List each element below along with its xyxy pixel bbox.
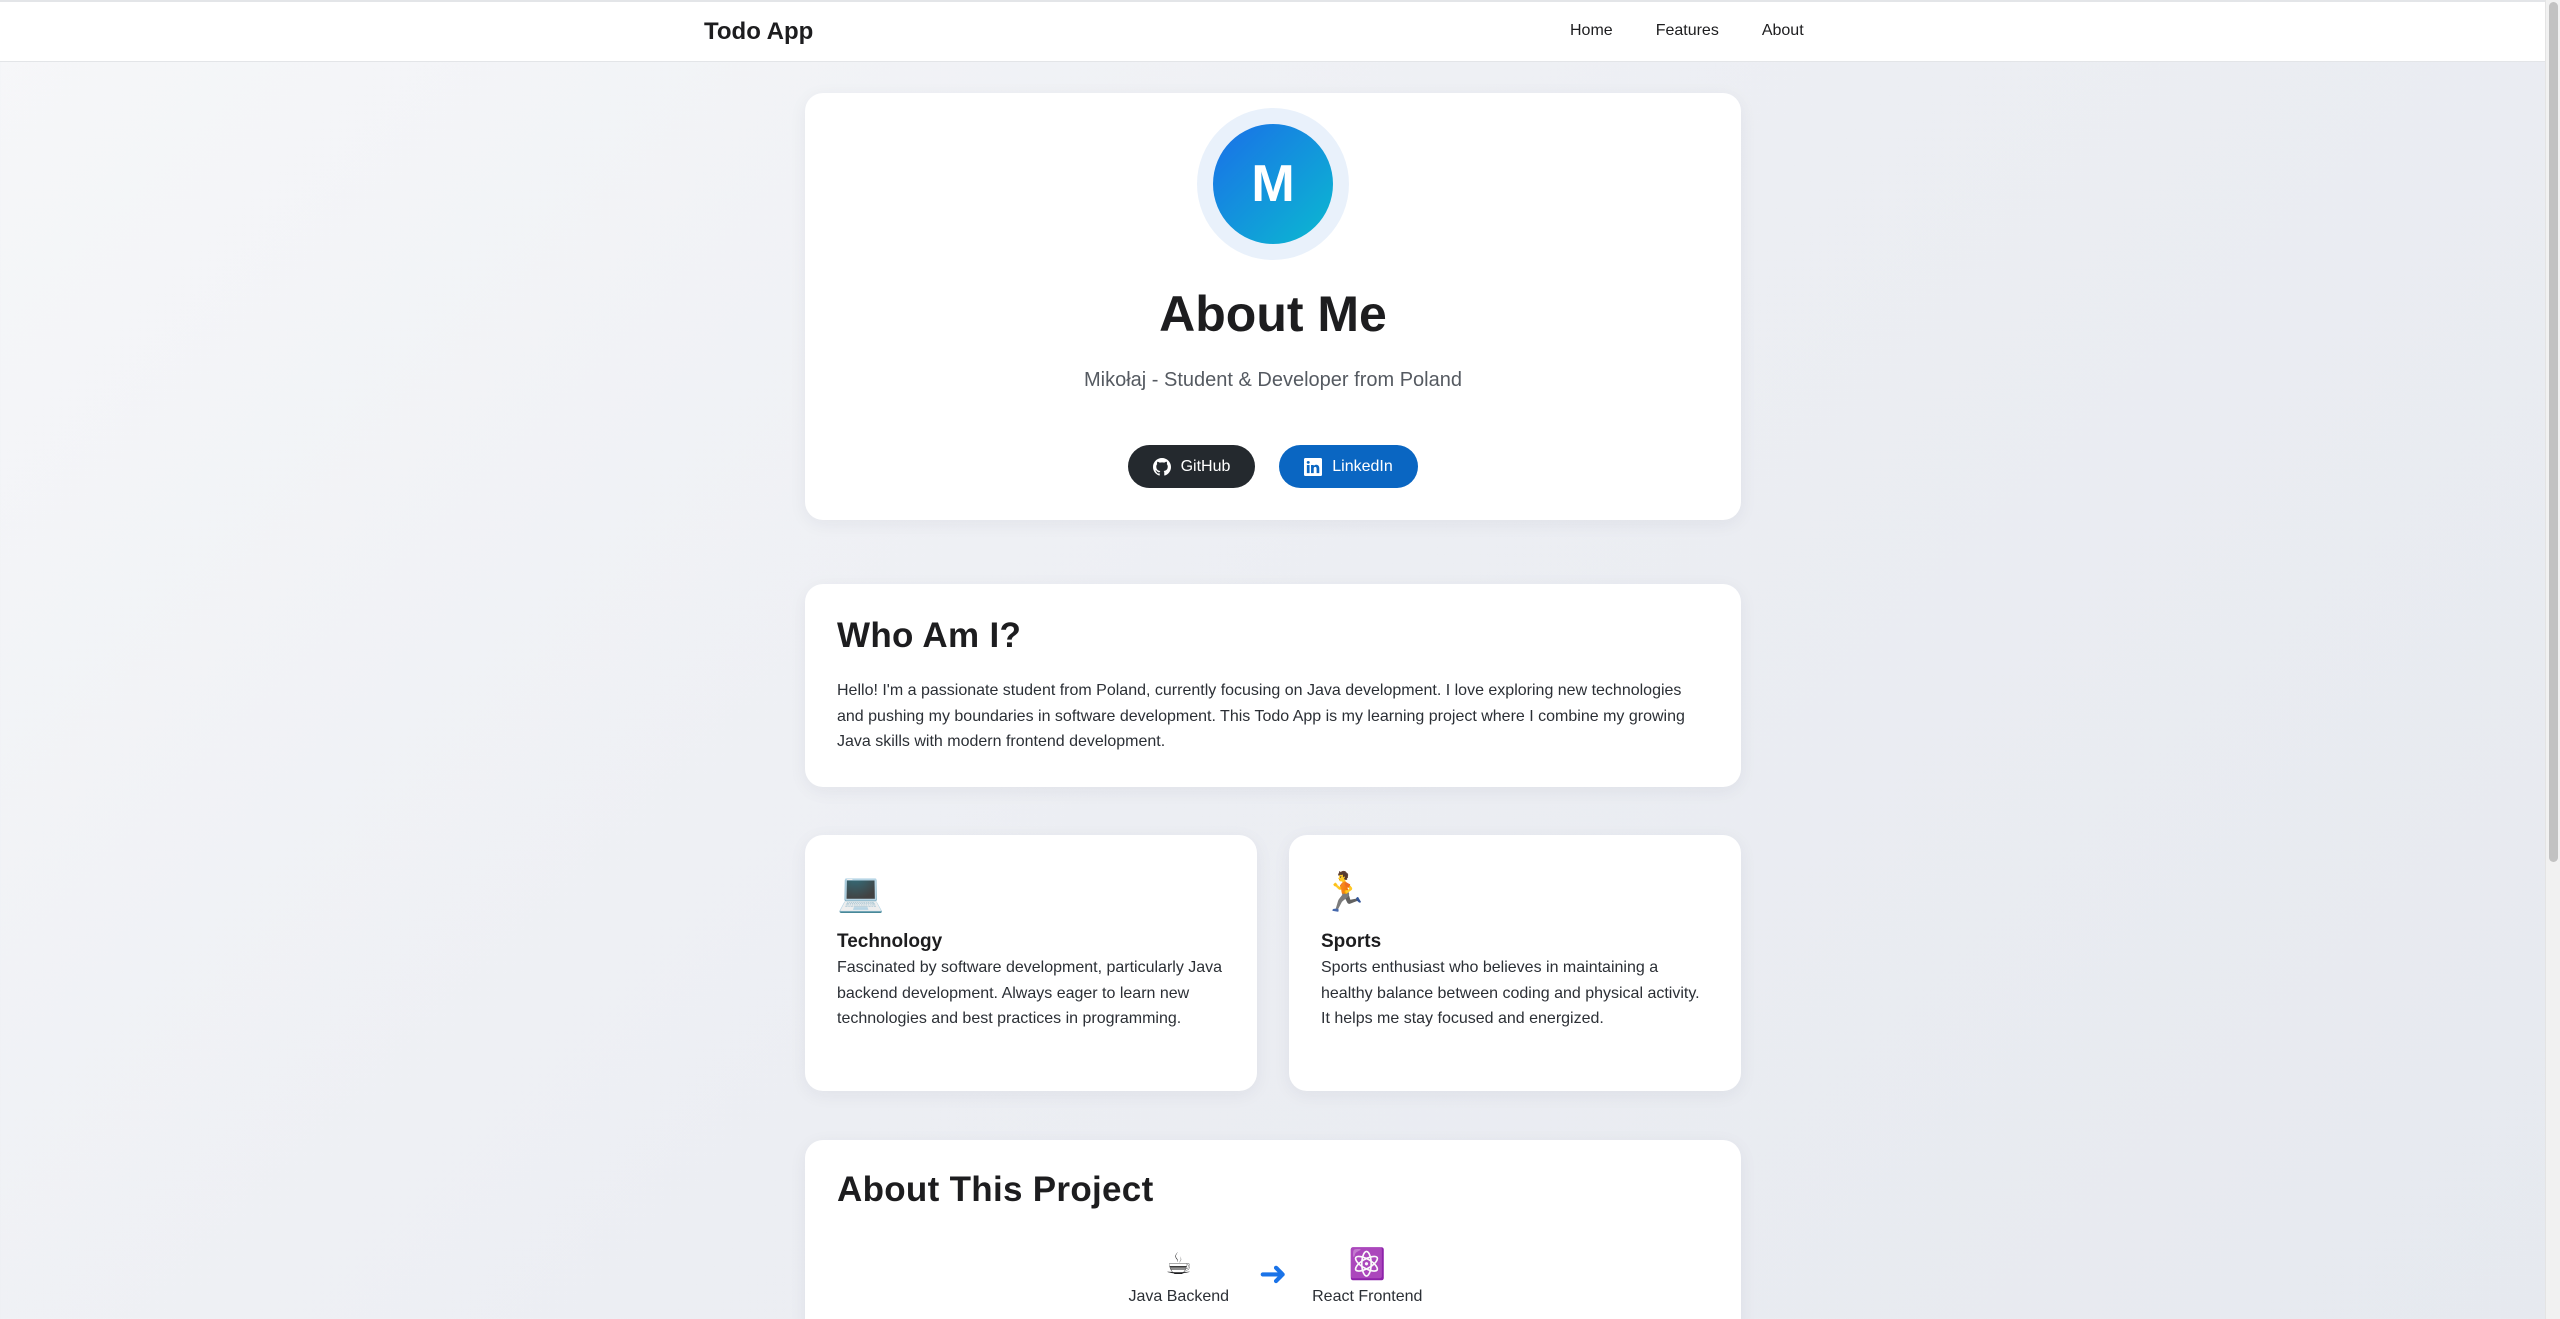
stack-label: React Frontend [1312,1288,1423,1305]
arrow-right-icon: ➜ [1258,1255,1288,1293]
linkedin-label: LinkedIn [1332,457,1393,475]
scrollbar-thumb[interactable] [2549,2,2558,862]
stack-item-java: ☕ Java Backend [1128,1246,1230,1306]
interest-text: Fascinated by software development, part… [837,959,1223,1027]
profile-card: M About Me Mikołaj - Student & Developer… [805,93,1741,520]
interest-title: Technology [837,931,943,952]
stack-item-react: ⚛️ React Frontend [1312,1246,1422,1306]
page-title: About Me [1159,286,1387,342]
whoami-title: Who Am I? [837,616,1022,655]
nav-link-about[interactable]: About [1762,22,1804,40]
stack-label: Java Backend [1128,1288,1230,1305]
github-icon [1152,457,1171,476]
avatar-ring: M [1197,108,1349,260]
project-title: About This Project [837,1170,1154,1209]
github-button[interactable]: GitHub [1128,445,1255,488]
react-icon: ⚛️ [1348,1248,1386,1281]
interest-card-sports: 🏃 Sports Sports enthusiast who believes … [1289,835,1741,1091]
profile-subtitle: Mikołaj - Student & Developer from Polan… [1084,369,1462,391]
whoami-card: Who Am I? Hello! I'm a passionate studen… [805,584,1741,787]
tech-stack: ☕ Java Backend ➜ ⚛️ React Frontend [805,1246,1741,1306]
coffee-icon: ☕ [1165,1248,1193,1281]
interest-text: Sports enthusiast who believes in mainta… [1321,959,1700,1027]
social-links: GitHub LinkedIn [805,445,1741,488]
nav-link-features[interactable]: Features [1656,22,1719,40]
interest-title: Sports [1321,931,1382,952]
runner-icon: 🏃 [1321,872,1369,914]
scrollbar[interactable] [2545,0,2560,1319]
avatar: M [1213,124,1333,244]
nav-links: Home Features About [1570,22,1804,40]
whoami-text: Hello! I'm a passionate student from Pol… [837,682,1685,750]
navbar: Todo App Home Features About [0,0,2545,62]
interest-card-technology: 💻 Technology Fascinated by software deve… [805,835,1257,1091]
brand-logo[interactable]: Todo App [704,18,813,46]
linkedin-button[interactable]: LinkedIn [1279,445,1418,488]
project-card: About This Project ☕ Java Backend ➜ ⚛️ R… [805,1140,1741,1319]
laptop-icon: 💻 [837,872,885,914]
nav-link-home[interactable]: Home [1570,22,1613,40]
github-label: GitHub [1180,457,1231,475]
linkedin-icon [1304,457,1323,476]
